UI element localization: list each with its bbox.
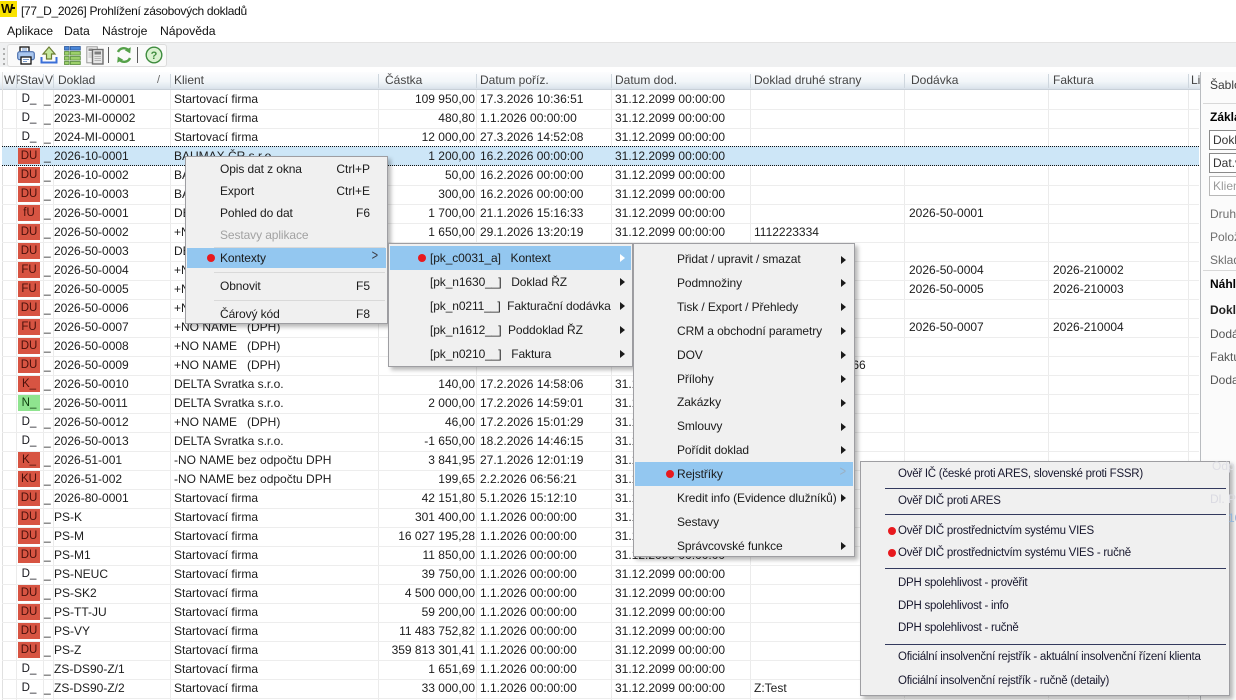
svg-text:?: ? — [151, 50, 158, 62]
